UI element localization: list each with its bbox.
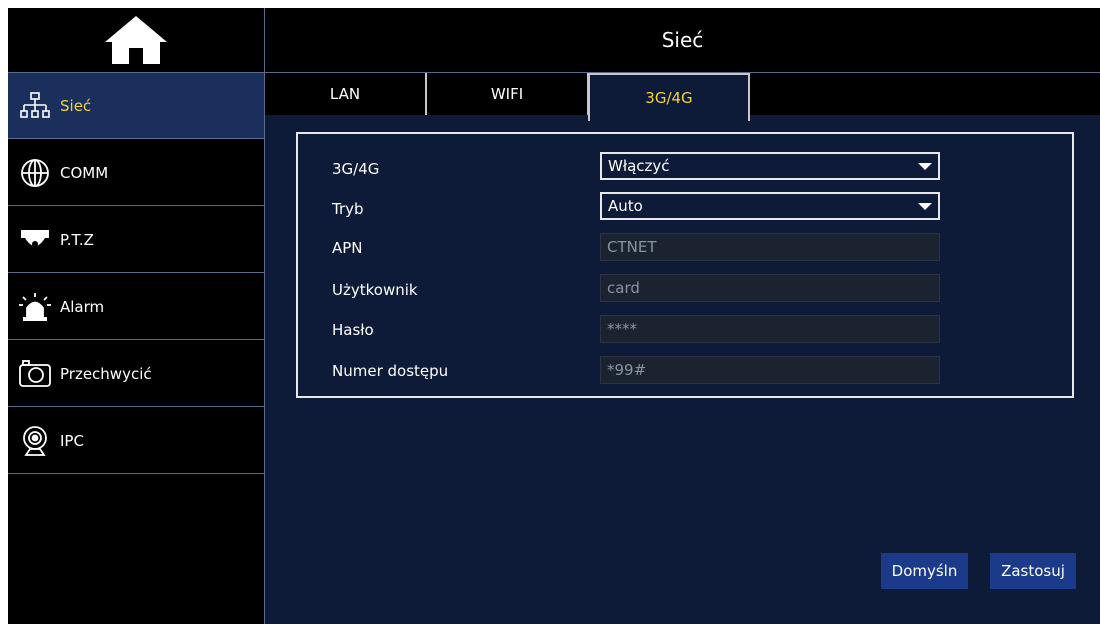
sidebar-item-ptz[interactable]: P.T.Z <box>8 207 264 273</box>
sidebar-item-label: Sieć <box>60 96 92 115</box>
password-value: **** <box>607 320 637 338</box>
default-button[interactable]: Domyśln <box>881 553 968 589</box>
page-title: Sieć <box>265 8 1100 73</box>
sidebar-item-network[interactable]: Sieć <box>8 73 264 139</box>
password-field[interactable]: **** <box>600 315 940 343</box>
type-select[interactable]: Auto <box>600 192 940 220</box>
settings-panel: 3G/4G Włączyć Tryb Auto APN CTNET Użytko… <box>296 132 1074 398</box>
network-icon <box>16 87 54 125</box>
dropdown-arrow-icon <box>918 203 932 210</box>
home-button[interactable] <box>8 8 264 73</box>
apn-field[interactable]: CTNET <box>600 233 940 261</box>
app-window: Sieć COMM P.T.Z Alarm Przechwycić IPC Si… <box>8 8 1100 624</box>
sidebar-item-label: Alarm <box>60 297 105 316</box>
home-icon <box>105 16 167 64</box>
sidebar: Sieć COMM P.T.Z Alarm Przechwycić IPC <box>8 8 265 624</box>
tab-3g4g[interactable]: 3G/4G <box>588 73 750 121</box>
mode-label: 3G/4G <box>332 160 380 178</box>
sidebar-item-ipc[interactable]: IPC <box>8 408 264 474</box>
user-value: card <box>607 279 640 297</box>
ptz-camera-icon <box>16 221 54 259</box>
camera-icon <box>16 355 54 393</box>
tab-bar: LAN WIFI 3G/4G <box>265 73 1100 121</box>
dial-label: Numer dostępu <box>332 362 449 380</box>
type-value: Auto <box>608 197 643 215</box>
webcam-icon <box>16 422 54 460</box>
sidebar-item-label: P.T.Z <box>60 230 94 249</box>
apn-label: APN <box>332 239 363 257</box>
alarm-light-icon <box>16 288 54 326</box>
dial-value: *99# <box>607 361 647 379</box>
tab-wifi[interactable]: WIFI <box>427 73 589 115</box>
tab-lan[interactable]: LAN <box>265 73 427 115</box>
sidebar-item-alarm[interactable]: Alarm <box>8 274 264 340</box>
apply-button[interactable]: Zastosuj <box>990 553 1076 589</box>
sidebar-item-capture[interactable]: Przechwycić <box>8 341 264 407</box>
globe-icon <box>16 154 54 192</box>
mode-value: Włączyć <box>608 157 670 175</box>
apn-value: CTNET <box>607 238 657 256</box>
sidebar-item-label: IPC <box>60 431 84 450</box>
password-label: Hasło <box>332 321 374 339</box>
dropdown-arrow-icon <box>918 163 932 170</box>
user-label: Użytkownik <box>332 281 418 299</box>
type-label: Tryb <box>332 200 364 218</box>
sidebar-item-label: Przechwycić <box>60 364 152 383</box>
sidebar-item-comm[interactable]: COMM <box>8 140 264 206</box>
user-field[interactable]: card <box>600 274 940 302</box>
dial-field[interactable]: *99# <box>600 356 940 384</box>
mode-select[interactable]: Włączyć <box>600 152 940 180</box>
sidebar-item-label: COMM <box>60 163 109 182</box>
